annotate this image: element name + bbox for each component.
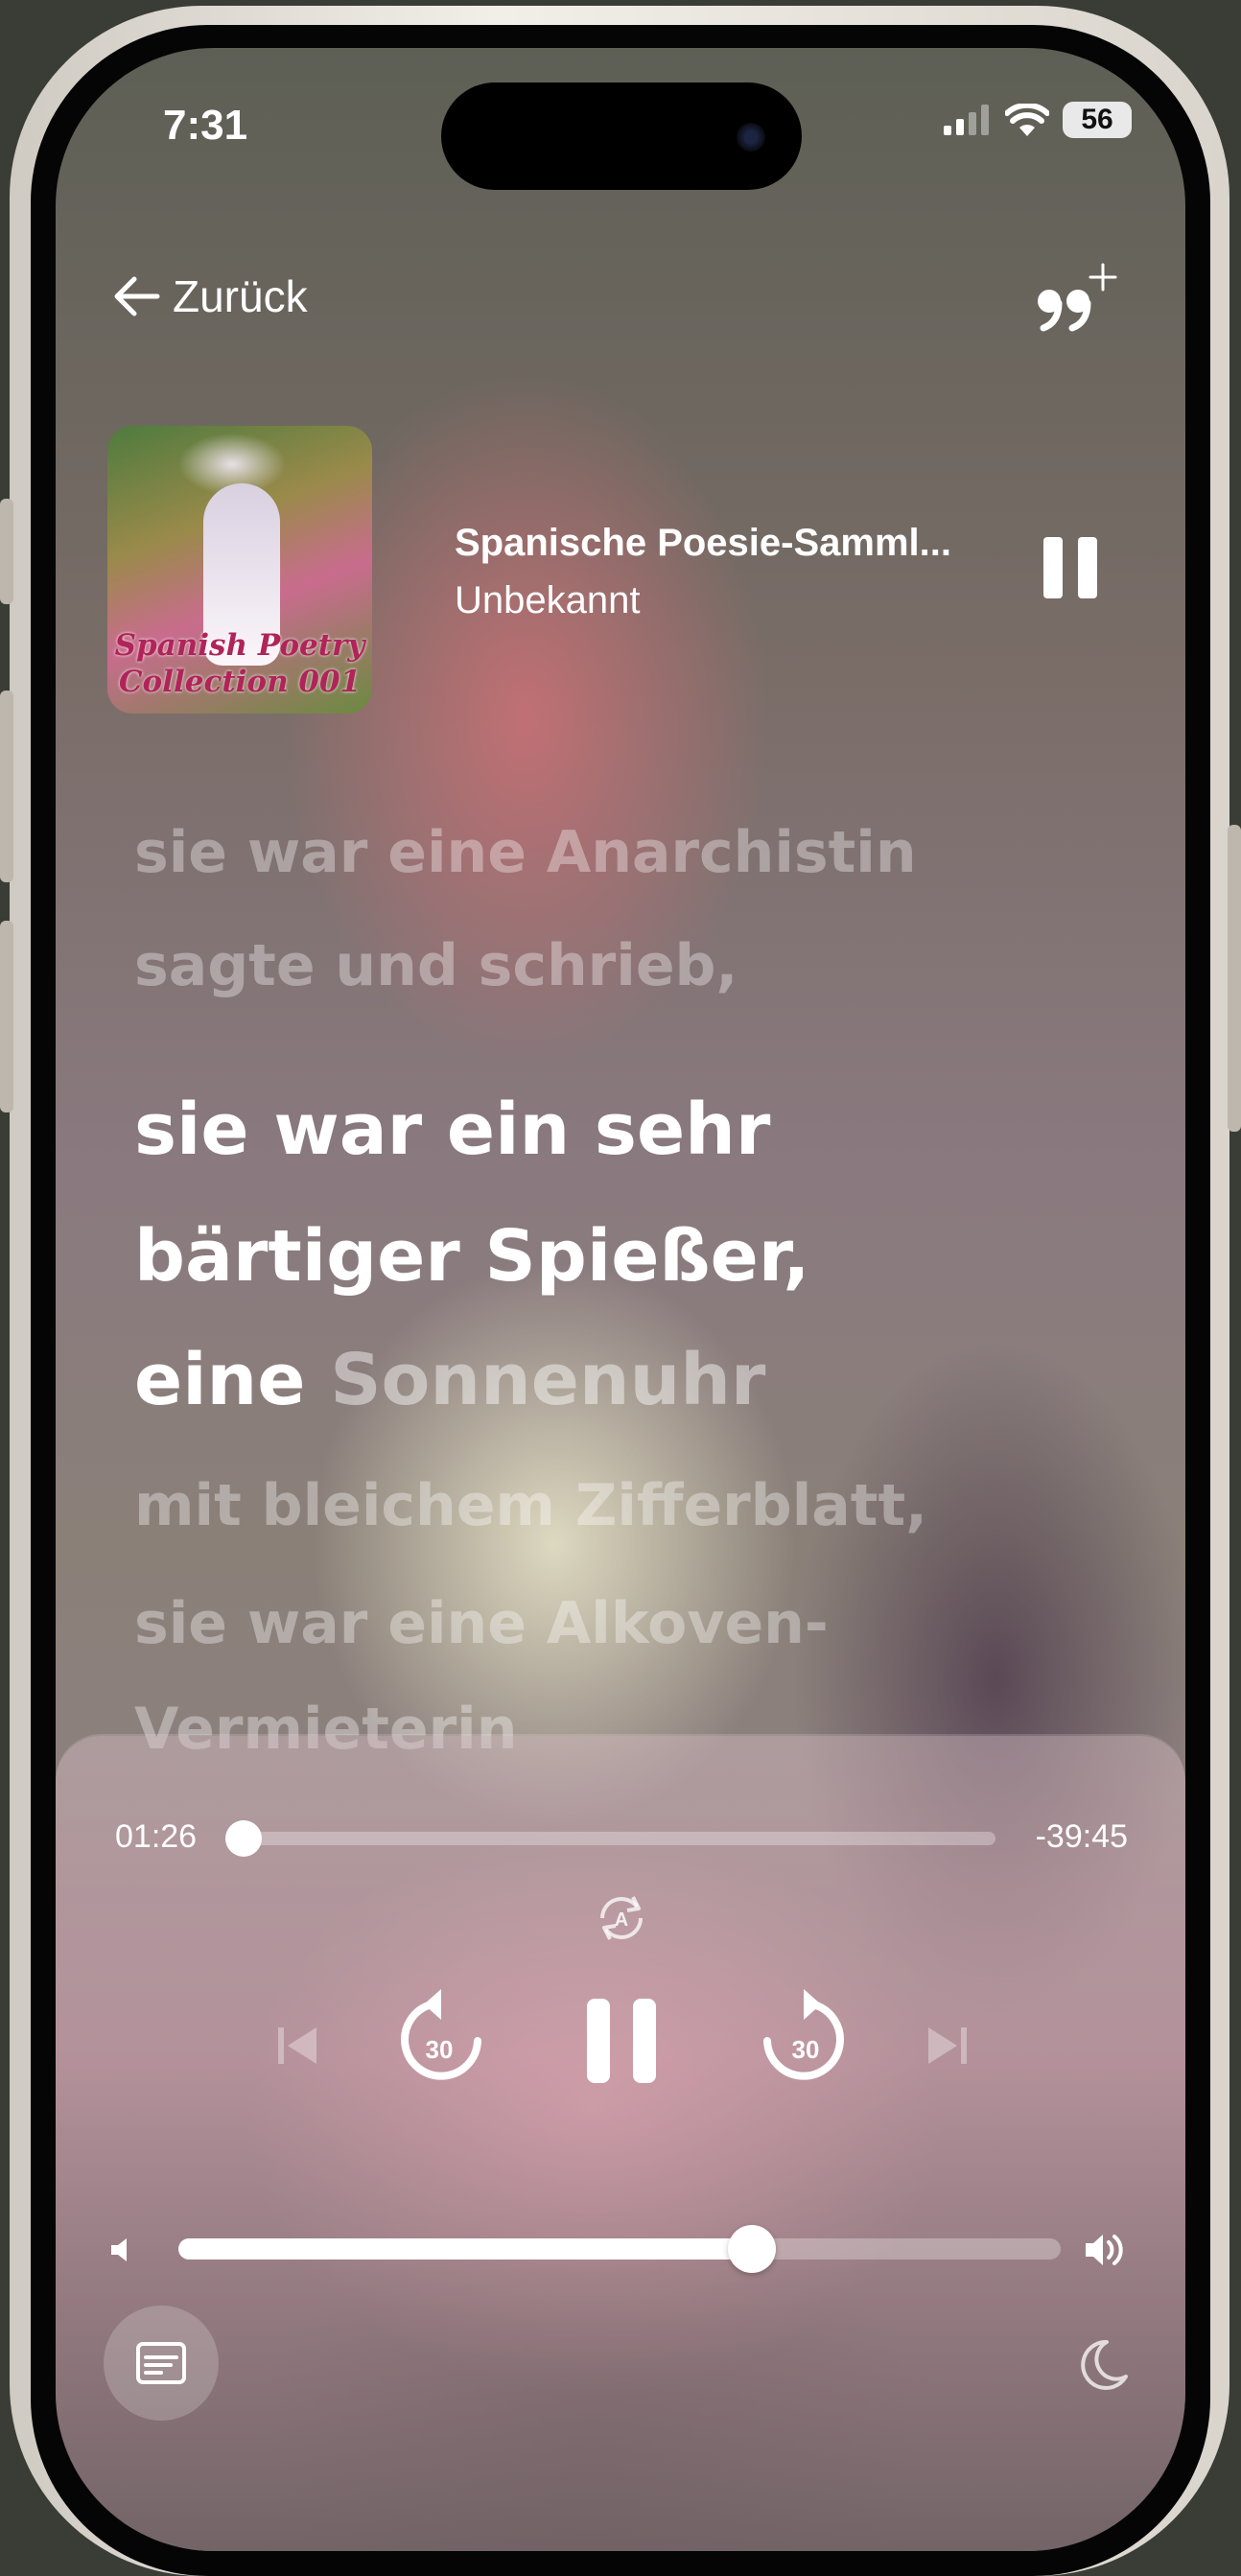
lyric-line-current[interactable]: sie war ein sehr: [134, 1066, 1151, 1193]
elapsed-time: 01:26: [115, 1818, 198, 1855]
battery-indicator: 56: [1063, 102, 1132, 138]
dynamic-island: [441, 82, 802, 190]
back-label: Zurück: [173, 271, 308, 321]
track-title[interactable]: Spanische Poesie-Samml...: [455, 522, 992, 565]
pause-icon: [587, 1999, 656, 2083]
play-pause-button[interactable]: [579, 1993, 666, 2089]
rewind-seconds-label: 30: [426, 2035, 454, 2064]
upcoming-word: Sonnenuhr: [330, 1339, 766, 1421]
lyric-line-current[interactable]: bärtiger Spießer,: [134, 1193, 1151, 1320]
spoken-word: eine: [134, 1339, 306, 1421]
progress-slider[interactable]: [225, 1820, 995, 1857]
auto-mode-label: A: [615, 1909, 628, 1931]
subtitles-button[interactable]: [104, 2306, 219, 2421]
volume-down-button: [0, 921, 13, 1112]
forward-30-icon: 30: [763, 1989, 844, 2080]
add-quote-button[interactable]: [1032, 259, 1118, 336]
quote-add-icon: [1038, 263, 1117, 332]
back-button[interactable]: Zurück: [113, 270, 308, 322]
rewind-30-button[interactable]: 30: [393, 1985, 489, 2091]
cover-title-line1: Spanish Poetry: [114, 628, 365, 663]
front-camera: [737, 123, 765, 152]
power-button: [1228, 825, 1241, 1132]
forward-seconds-label: 30: [792, 2035, 820, 2064]
sleep-timer-button[interactable]: [1074, 2336, 1132, 2394]
album-cover[interactable]: Spanish Poetry Collection 001: [107, 426, 372, 714]
volume-fill: [178, 2238, 752, 2260]
volume-low-icon: [107, 2235, 138, 2265]
cover-title-line2: Collection 001: [118, 665, 362, 699]
lyrics-view[interactable]: sie war eine Anarchistin sagte und schri…: [134, 796, 1151, 1782]
volume-slider[interactable]: [178, 2225, 1061, 2273]
side-button: [0, 499, 13, 604]
track-artist: Unbekannt: [455, 579, 641, 621]
forward-30-button[interactable]: 30: [756, 1985, 852, 2091]
volume-thumb[interactable]: [728, 2225, 776, 2273]
arrow-left-icon: [114, 276, 160, 316]
cover-title: Spanish Poetry Collection 001: [107, 627, 372, 700]
pause-icon: [1043, 537, 1063, 598]
player-controls-panel: 01:26 -39:45 A 30 30: [56, 1736, 1185, 2551]
mini-pause-button[interactable]: [1042, 537, 1099, 598]
wifi-icon: [1005, 104, 1049, 136]
screen: 7:31 56 Zurück Spanish Poetry Collection…: [56, 48, 1185, 2551]
lyric-line-past[interactable]: sagte und schrieb,: [134, 909, 1151, 1022]
rewind-30-icon: 30: [401, 1989, 481, 2080]
next-track-button[interactable]: [919, 2022, 976, 2070]
volume-high-icon: [1082, 2229, 1128, 2271]
cellular-signal-icon: [944, 105, 989, 135]
previous-track-button[interactable]: [269, 2022, 326, 2070]
lyric-line-current[interactable]: eine Sonnenuhr: [134, 1320, 1151, 1440]
remaining-time: -39:45: [1035, 1818, 1128, 1855]
status-icons: 56: [944, 102, 1132, 138]
status-time: 7:31: [163, 102, 248, 149]
lyric-line-upcoming[interactable]: sie war eine Alkoven-: [134, 1571, 1151, 1676]
progress-thumb[interactable]: [225, 1820, 262, 1857]
lyric-line-upcoming[interactable]: mit bleichem Zifferblatt,: [134, 1440, 1151, 1571]
auto-scroll-button[interactable]: A: [593, 1889, 650, 1947]
lyric-line-past[interactable]: sie war eine Anarchistin: [134, 796, 1151, 909]
auto-scroll-icon: A: [600, 1896, 643, 1940]
previous-track-icon: [278, 2027, 316, 2064]
sleep-timer-moon-icon: [1081, 2339, 1128, 2390]
subtitles-icon: [136, 2342, 186, 2384]
volume-up-button: [0, 691, 13, 882]
next-track-icon: [928, 2027, 967, 2064]
